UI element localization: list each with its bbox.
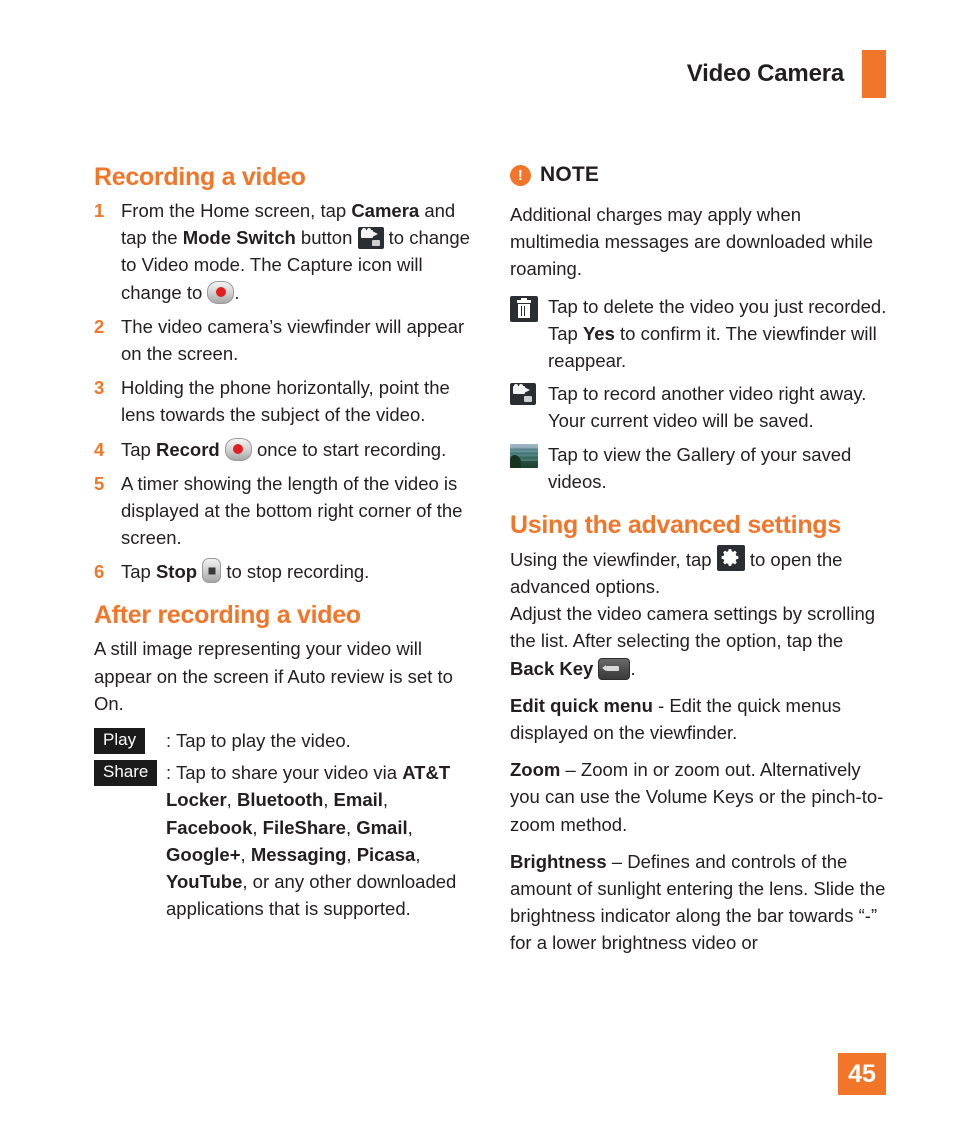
setting-brightness: Brightness – Defines and controls of the… <box>510 848 890 957</box>
gallery-thumbnail-icon <box>510 443 538 468</box>
step-number: 6 <box>94 561 105 583</box>
step-text-part: once to start recording. <box>251 438 447 460</box>
list-item: 4 Tap Record once to start recording. <box>94 436 474 463</box>
list-item: Tap to record another video right away. … <box>510 380 890 434</box>
record-button-icon <box>207 280 235 304</box>
post-record-actions: Play : Tap to play the video. Share : Tap … <box>94 727 474 922</box>
bold-back-key: Back Key <box>510 657 594 679</box>
step-bold-stop: Stop <box>155 561 198 583</box>
back-key-icon <box>598 657 631 680</box>
list-item: 3 Holding the phone horizontally, point t… <box>94 374 474 428</box>
setting-zoom: Zoom – Zoom in or zoom out. Alternativel… <box>510 756 890 838</box>
page-number-badge: 45 <box>838 1053 886 1095</box>
step-number: 2 <box>94 315 105 337</box>
step-bold-camera: Camera <box>351 200 420 221</box>
share-app-name: Google+ <box>166 843 241 865</box>
step-number: 4 <box>94 438 105 460</box>
list-item: 5 A timer showing the length of the video… <box>94 470 474 552</box>
camcorder-icon <box>510 383 536 406</box>
share-app-name: Bluetooth <box>236 789 324 811</box>
list-item: 1 From the Home screen, tap Camera and ta… <box>94 197 474 306</box>
step-text: Holding the phone horizontally, point th… <box>121 377 450 426</box>
setting-description: – Zoom in or zoom out. Alternatively you… <box>510 759 884 835</box>
list-item: Tap to delete the video you just recorde… <box>510 293 890 375</box>
trash-can-icon <box>510 295 538 322</box>
stop-button-icon <box>202 558 222 584</box>
action-play-row: Play : Tap to play the video. <box>94 727 474 754</box>
legend-bold-yes: Yes <box>582 322 615 344</box>
note-label: NOTE <box>540 163 600 186</box>
heading-after-recording-a-video: After recording a video <box>94 601 361 630</box>
play-chip[interactable]: Play <box>94 728 146 754</box>
action-share-row: Share: Tap to share your video via AT&T … <box>94 759 474 922</box>
step-text-part: Tap <box>121 438 156 460</box>
step-text: The video camera’s viewfinder will appea… <box>121 315 465 364</box>
step-text-part: Tap <box>121 561 156 583</box>
after-recording-intro: A still image representing your video wi… <box>94 638 453 714</box>
step-number: 3 <box>94 377 105 399</box>
legend-text: Tap to view the Gallery of your saved vi… <box>548 443 852 492</box>
setting-edit-quick-menu: Edit quick menu - Edit the quick menus d… <box>510 692 890 746</box>
page-title: Video Camera <box>686 60 844 87</box>
viewfinder-icon-legend: Tap to delete the video you just recorde… <box>510 293 890 495</box>
right-column: ! NOTE Additional charges may apply when… <box>510 163 890 967</box>
content-columns: Recording a video 1 From the Home screen,… <box>94 163 890 967</box>
step-text-part: button <box>295 227 358 249</box>
step-number: 5 <box>94 472 105 494</box>
share-app-name: Email <box>333 789 383 811</box>
list-item: Tap to view the Gallery of your saved vi… <box>510 441 890 495</box>
record-button-icon <box>224 437 252 461</box>
heading-recording-a-video: Recording a video <box>94 163 306 191</box>
list-item: 2 The video camera’s viewfinder will appe… <box>94 313 474 367</box>
mode-switch-camcorder-icon <box>357 227 384 250</box>
step-text-part: . <box>234 281 240 303</box>
setting-term: Edit quick menu <box>510 694 653 716</box>
step-text-part: to stop recording. <box>221 561 370 583</box>
share-app-name: YouTube <box>166 870 243 892</box>
list-item: 6 Tap Stop to stop recording. <box>94 558 474 585</box>
note-header: ! NOTE <box>510 163 890 187</box>
left-column: Recording a video 1 From the Home screen,… <box>94 163 474 967</box>
step-text-part: From the Home screen, tap <box>121 200 352 221</box>
step-number: 1 <box>94 200 105 221</box>
step-text: A timer showing the length of the video … <box>121 472 463 549</box>
legend-text: Tap to record another video right away. … <box>548 383 867 432</box>
recording-steps-list: 1 From the Home screen, tap Camera and ta… <box>94 197 474 585</box>
share-chip[interactable]: Share <box>94 760 158 786</box>
heading-using-the-advanced-settings: Using the advanced settings <box>510 510 841 539</box>
share-app-name: Picasa <box>356 843 416 865</box>
advanced-intro-line1: Using the viewfinder, tap to open the ad… <box>510 544 890 600</box>
share-app-name: Gmail <box>356 816 408 838</box>
header-accent-marker <box>862 50 886 98</box>
step-bold-mode-switch: Mode Switch <box>182 227 296 249</box>
share-app-name: Facebook <box>166 816 253 838</box>
intro-text-part: Adjust the video camera settings by scro… <box>510 603 876 652</box>
action-play-text: : Tap to play the video. <box>166 730 351 751</box>
intro-text-part: . <box>630 657 636 679</box>
note-body: Additional charges may apply when multim… <box>510 204 873 280</box>
intro-text-part: Using the viewfinder, tap <box>510 548 717 570</box>
advanced-intro-line2: Adjust the video camera settings by scro… <box>510 600 890 682</box>
exclamation-circle-icon: ! <box>510 164 531 186</box>
setting-term: Zoom <box>510 759 561 781</box>
step-bold-record: Record <box>155 438 220 460</box>
share-app-name: FileShare <box>262 816 346 838</box>
share-app-name: Messaging <box>250 843 347 865</box>
setting-term: Brightness <box>510 850 607 872</box>
action-share-prefix: : Tap to share your video via <box>166 762 403 784</box>
page-header: Video Camera <box>687 50 886 98</box>
gear-icon <box>716 544 745 571</box>
